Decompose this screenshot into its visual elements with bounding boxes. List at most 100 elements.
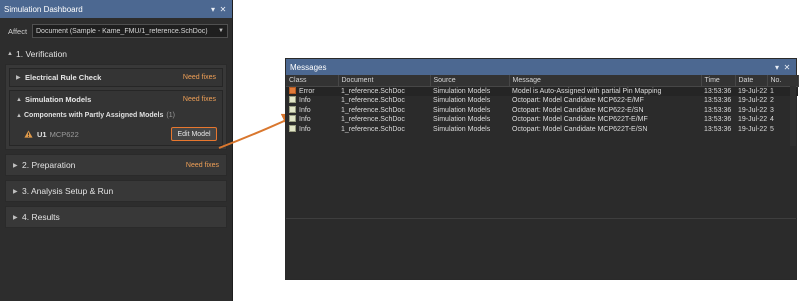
section-preparation-title: 2. Preparation xyxy=(22,160,76,170)
messages-title: Messages xyxy=(290,62,327,72)
section-results-title: 4. Results xyxy=(22,212,60,222)
partly-assigned-label: Components with Partly Assigned Models xyxy=(24,112,164,119)
table-row[interactable]: Info 1_reference.SchDoc Simulation Model… xyxy=(286,105,798,116)
row-document: 1_reference.SchDoc xyxy=(341,116,405,123)
affect-label: Affect xyxy=(8,26,28,36)
row-class: Info xyxy=(286,105,338,116)
info-icon xyxy=(289,124,296,132)
erc-card: ▶ Electrical Rule Check Need fixes xyxy=(9,68,223,87)
collapse-triangle-icon: ▲ xyxy=(16,96,22,103)
section-results-header[interactable]: ▶ 4. Results xyxy=(6,207,226,227)
row-message: Model is Auto-Assigned with partial Pin … xyxy=(509,86,701,96)
verification-body: ▶ Electrical Rule Check Need fixes ▲ Sim… xyxy=(5,64,227,150)
row-date: 19-Jul-22 xyxy=(738,97,767,104)
row-source: Simulation Models xyxy=(433,97,491,104)
col-document[interactable]: Document xyxy=(338,75,431,87)
erc-status: Need fixes xyxy=(182,74,216,81)
section-preparation-header[interactable]: ▶ 2. Preparation Need fixes xyxy=(6,155,226,175)
row-document: 1_reference.SchDoc xyxy=(338,86,430,96)
col-no[interactable]: No. xyxy=(767,75,799,87)
row-document: 1_reference.SchDoc xyxy=(341,125,405,133)
col-class[interactable]: Class xyxy=(286,75,339,87)
class-text: Info xyxy=(299,116,311,123)
row-message: Octopart: Model Candidate MCP622T-E/MF xyxy=(512,116,648,123)
row-document: 1_reference.SchDoc xyxy=(341,97,405,104)
col-time[interactable]: Time xyxy=(701,75,736,87)
warning-icon xyxy=(24,130,33,138)
vertical-scrollbar[interactable] xyxy=(790,86,796,146)
erc-label: Electrical Rule Check xyxy=(25,73,102,82)
sim-models-card: ▲ Simulation Models Need fixes ▲ Compone… xyxy=(9,90,223,146)
col-date[interactable]: Date xyxy=(735,75,768,87)
row-message: Octopart: Model Candidate MCP622T-E/SN xyxy=(512,125,648,133)
close-icon[interactable]: ✕ xyxy=(782,63,792,72)
component-ref: U1 xyxy=(37,129,47,139)
row-message: Octopart: Model Candidate MCP622-E/SN xyxy=(512,106,644,114)
table-row[interactable]: Info 1_reference.SchDoc Simulation Model… xyxy=(286,124,798,135)
row-date: 19-Jul-22 xyxy=(738,106,767,114)
row-source: Simulation Models xyxy=(433,106,491,114)
class-text: Error xyxy=(299,87,315,95)
messages-titlebar: Messages ▾ ✕ xyxy=(286,59,796,75)
row-class: Info xyxy=(286,124,338,135)
info-icon xyxy=(289,105,296,113)
section-analysis-header[interactable]: ▶ 3. Analysis Setup & Run xyxy=(6,181,226,201)
row-time: 13:53:36 xyxy=(704,116,732,123)
edit-model-button[interactable]: Edit Model xyxy=(171,127,217,141)
expand-triangle-icon: ▶ xyxy=(13,214,18,221)
row-source: Simulation Models xyxy=(430,86,509,96)
row-class: Info xyxy=(286,96,338,106)
preparation-status: Need fixes xyxy=(185,161,219,169)
row-time: 13:53:36 xyxy=(704,106,732,114)
row-message: Octopart: Model Candidate MCP622-E/MF xyxy=(512,97,644,104)
row-class: Error xyxy=(286,86,338,96)
row-class: Info xyxy=(286,115,338,125)
class-text: Info xyxy=(299,97,311,104)
chevron-down-icon: ▼ xyxy=(218,28,224,34)
sim-models-status: Need fixes xyxy=(182,96,216,103)
row-date: 19-Jul-22 xyxy=(735,86,767,96)
section-verification-header[interactable]: ▲ 1. Verification xyxy=(0,44,232,64)
sim-models-header[interactable]: ▲ Simulation Models Need fixes xyxy=(10,91,222,108)
section-results: ▶ 4. Results xyxy=(5,206,227,228)
class-text: Info xyxy=(299,106,311,114)
messages-body: Class Document Source Message Time Date … xyxy=(286,75,799,279)
row-time: 13:53:36 xyxy=(704,125,732,133)
table-row[interactable]: Info 1_reference.SchDoc Simulation Model… xyxy=(286,115,798,125)
dashboard-titlebar: Simulation Dashboard ▾ ✕ xyxy=(0,0,232,18)
error-icon xyxy=(289,86,296,94)
section-analysis: ▶ 3. Analysis Setup & Run xyxy=(5,180,227,202)
component-row: U1 MCP622 Edit Model xyxy=(10,123,222,145)
row-date: 19-Jul-22 xyxy=(738,116,767,123)
collapse-triangle-icon: ▲ xyxy=(16,112,22,119)
messages-table: Class Document Source Message Time Date … xyxy=(286,75,799,134)
section-verification-title: 1. Verification xyxy=(16,49,68,59)
col-message[interactable]: Message xyxy=(509,75,702,87)
row-document: 1_reference.SchDoc xyxy=(341,106,405,114)
row-time: 13:53:36 xyxy=(704,97,732,104)
row-date: 19-Jul-22 xyxy=(738,125,767,133)
affect-row: Affect Document (Sample - Kame_FMU/1_ref… xyxy=(0,18,232,44)
info-icon xyxy=(289,115,296,122)
row-source: Simulation Models xyxy=(433,125,491,133)
table-row[interactable]: Info 1_reference.SchDoc Simulation Model… xyxy=(286,96,798,106)
col-source[interactable]: Source xyxy=(430,75,510,87)
info-icon xyxy=(289,96,296,103)
erc-header[interactable]: ▶ Electrical Rule Check Need fixes xyxy=(10,69,222,86)
row-source: Simulation Models xyxy=(433,116,491,123)
partly-assigned-header[interactable]: ▲ Components with Partly Assigned Models… xyxy=(10,108,222,123)
pin-icon[interactable]: ▾ xyxy=(208,5,218,14)
pin-icon[interactable]: ▾ xyxy=(772,63,782,72)
table-row[interactable]: Error 1_reference.SchDoc Simulation Mode… xyxy=(286,86,798,96)
partly-assigned-count: (1) xyxy=(166,112,175,119)
section-preparation: ▶ 2. Preparation Need fixes xyxy=(5,154,227,176)
component-part: MCP622 xyxy=(49,129,79,139)
horizontal-scrollbar[interactable] xyxy=(286,218,796,219)
expand-triangle-icon: ▶ xyxy=(13,188,18,195)
expand-triangle-icon: ▶ xyxy=(13,162,18,169)
panel-title: Simulation Dashboard xyxy=(4,4,83,14)
class-text: Info xyxy=(299,125,311,133)
collapse-triangle-icon: ▲ xyxy=(7,51,13,57)
affect-dropdown[interactable]: Document (Sample - Kame_FMU/1_reference.… xyxy=(32,24,228,38)
close-icon[interactable]: ✕ xyxy=(218,5,228,14)
